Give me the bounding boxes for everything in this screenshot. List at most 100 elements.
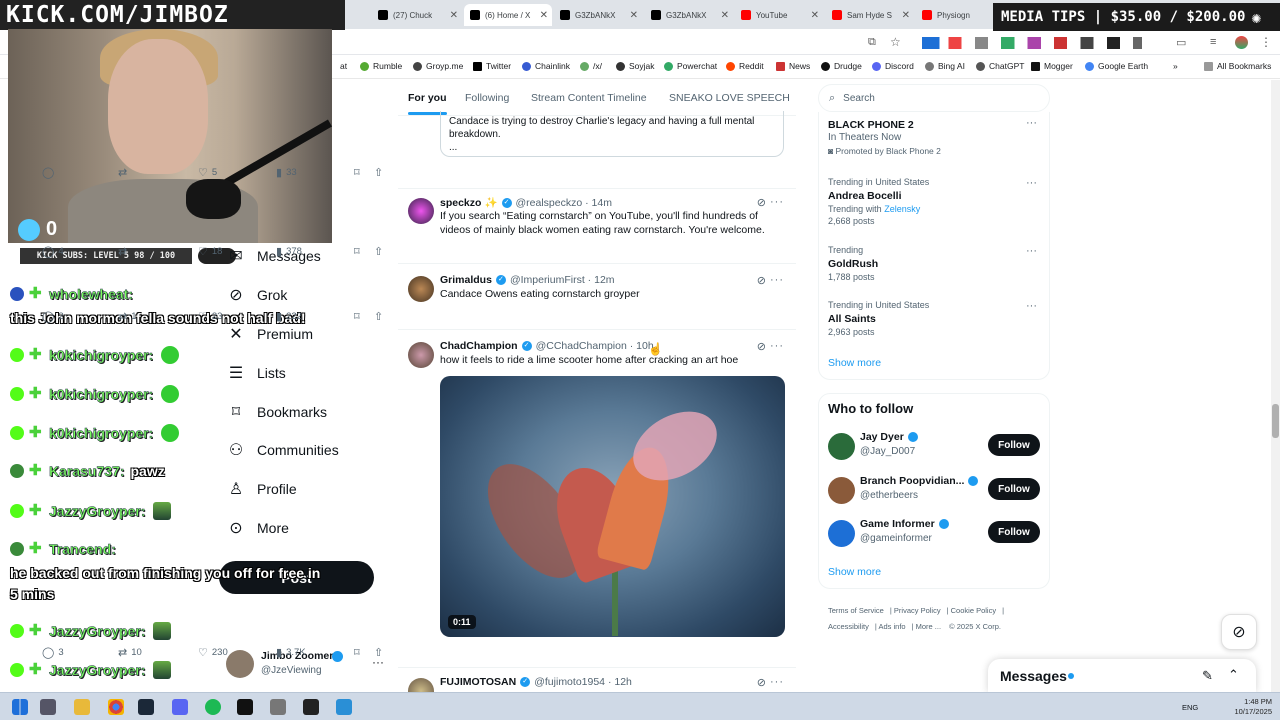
close-icon[interactable]: ✕ xyxy=(630,10,638,21)
install-icon[interactable]: ⧉ xyxy=(868,36,876,49)
compose-message-icon[interactable]: ✎ xyxy=(1202,668,1213,684)
chevron-up-icon[interactable]: ⌃ xyxy=(1228,667,1239,683)
tweet[interactable]: FUJIMOTOSAN ✓ @fujimoto1954 · 12h ⊘ ··· xyxy=(398,672,796,692)
views-button[interactable]: ▮ 378 xyxy=(276,245,302,258)
browser-tab[interactable]: YouTube ✕ xyxy=(735,4,823,26)
tab-for-you[interactable]: For you xyxy=(408,92,447,115)
reply-button[interactable]: ◯ 4 xyxy=(42,245,64,258)
share-button[interactable]: ⇧ xyxy=(374,166,387,179)
share-button[interactable]: ⇧ xyxy=(374,310,387,323)
browser-tab[interactable]: G3ZbANkX ✕ xyxy=(645,4,733,26)
app-icon[interactable] xyxy=(237,699,253,715)
bookmark-item[interactable]: Powerchat xyxy=(664,61,717,71)
nav-lists[interactable]: ☰ Lists xyxy=(226,363,286,383)
grok-icon[interactable]: ⊘ xyxy=(757,676,766,689)
more-icon[interactable]: ··· xyxy=(1026,117,1037,129)
views-button[interactable]: ▮ 33 xyxy=(276,166,297,179)
bookmark-item[interactable]: Rumble xyxy=(360,61,402,71)
follow-suggestion[interactable]: Jay Dyer @Jay_D007 Follow xyxy=(828,430,1040,464)
profile-avatar-icon[interactable] xyxy=(1235,36,1248,49)
bookmark-item[interactable]: Discord xyxy=(872,61,914,71)
views-button[interactable]: ▮ 3.7K xyxy=(276,646,306,659)
reply-button[interactable]: ◯ 2 xyxy=(42,310,64,323)
telegram-icon[interactable] xyxy=(336,699,352,715)
nav-more[interactable]: ⊙ More xyxy=(226,518,289,538)
bookmark-item[interactable]: News xyxy=(776,61,810,71)
footer-link[interactable]: Terms of Service xyxy=(828,606,884,615)
bookmark-item[interactable]: Bing AI xyxy=(925,61,965,71)
trend-item[interactable]: Trending in United States All Saints 2,963… xyxy=(828,299,929,338)
reply-button[interactable]: ◯ 3 xyxy=(42,646,64,659)
file-explorer-icon[interactable] xyxy=(74,699,90,715)
follow-button[interactable]: Follow xyxy=(988,478,1040,500)
trend-item[interactable]: BLACK PHONE 2 In Theaters Now ◙ Promoted b… xyxy=(828,118,941,157)
footer-link[interactable]: Accessibility xyxy=(828,622,869,631)
share-button[interactable]: ⇧ xyxy=(374,245,387,258)
reply-button[interactable]: ◯ xyxy=(42,166,58,179)
messages-drawer[interactable]: Messages ✎ ⌃ xyxy=(988,659,1256,692)
quoted-tweet[interactable]: Candace is trying to destroy Charlie's l… xyxy=(440,111,784,157)
bookmarks-overflow[interactable]: » xyxy=(1173,61,1178,71)
obs-icon[interactable] xyxy=(303,699,319,715)
footer-link[interactable]: Ads info xyxy=(878,622,905,631)
follow-button[interactable]: Follow xyxy=(988,434,1040,456)
bookmark-item[interactable]: Google Earth xyxy=(1085,61,1148,71)
tab-following[interactable]: Following xyxy=(465,92,509,104)
browser-tab[interactable]: Physiogn xyxy=(916,4,994,26)
close-icon[interactable]: ✕ xyxy=(540,10,548,21)
tweet[interactable]: speckzo ✨ ✓ @realspeckzo · 14m ⊘ ··· If you … xyxy=(398,192,796,264)
steam-icon[interactable] xyxy=(138,699,154,715)
trend-item[interactable]: Trending in United States Andrea Bocelli T… xyxy=(828,176,929,228)
more-icon[interactable]: ··· xyxy=(1026,177,1037,189)
bookmark-item[interactable]: Mogger xyxy=(1031,61,1073,71)
like-button[interactable]: ♡ 230 xyxy=(198,646,228,659)
windows-start-icon[interactable] xyxy=(12,699,28,715)
nav-communities[interactable]: ⚇ Communities xyxy=(226,440,339,460)
browser-tab[interactable]: Sam Hyde S ✕ xyxy=(826,4,914,26)
spotify-icon[interactable] xyxy=(205,699,221,715)
bookmark-item[interactable]: ChatGPT xyxy=(976,61,1024,71)
tab-sneako[interactable]: SNEAKO LOVE SPEECH xyxy=(669,92,790,104)
extensions-icons[interactable] xyxy=(922,37,1142,49)
language-indicator[interactable]: ENG xyxy=(1182,703,1198,712)
bookmark-button[interactable]: ⌑ xyxy=(354,310,364,323)
footer-link[interactable]: More ... xyxy=(916,622,941,631)
repost-button[interactable]: ⇄ xyxy=(118,245,131,258)
repost-button[interactable]: ⇄ xyxy=(118,166,131,179)
like-button[interactable]: ♡ 23 xyxy=(198,310,222,323)
star-icon[interactable]: ☆ xyxy=(890,35,901,49)
show-more-trends[interactable]: Show more xyxy=(828,357,881,369)
all-bookmarks[interactable]: All Bookmarks xyxy=(1204,61,1271,71)
bookmark-button[interactable]: ⌑ xyxy=(354,166,364,179)
repost-button[interactable]: ⇄ 1 xyxy=(118,310,137,323)
grok-icon[interactable]: ⊘ xyxy=(757,196,766,209)
more-icon[interactable]: ··· xyxy=(1026,300,1037,312)
bookmark-item[interactable]: Drudge xyxy=(821,61,862,71)
scrollbar-thumb[interactable] xyxy=(1272,404,1279,438)
trend-item[interactable]: Trending GoldRush 1,788 posts xyxy=(828,244,878,283)
menu-icon[interactable]: ≡ xyxy=(1210,36,1216,48)
nav-grok[interactable]: ⊘ Grok xyxy=(226,285,287,305)
follow-suggestion[interactable]: Branch Poopvidian... @etherbeers Follow xyxy=(828,474,1040,508)
close-icon[interactable]: ✕ xyxy=(811,10,819,21)
bookmark-item[interactable]: at xyxy=(340,61,347,71)
follow-button[interactable]: Follow xyxy=(988,521,1040,543)
like-button[interactable]: ♡ 18 xyxy=(198,245,222,258)
discord-icon[interactable] xyxy=(172,699,188,715)
page-scrollbar[interactable] xyxy=(1271,80,1280,692)
chrome-icon[interactable] xyxy=(108,699,124,715)
tab-stream-content[interactable]: Stream Content Timeline xyxy=(531,92,647,104)
close-icon[interactable]: ✕ xyxy=(450,10,458,21)
footer-link[interactable]: Privacy Policy xyxy=(894,606,941,615)
bookmark-item[interactable]: Groyp.me xyxy=(413,61,463,71)
browser-tab[interactable]: (27) Chuck ✕ xyxy=(372,4,462,26)
close-icon[interactable]: ✕ xyxy=(721,10,729,21)
more-icon[interactable]: ··· xyxy=(770,274,784,286)
grok-icon[interactable]: ⊘ xyxy=(757,340,766,353)
bookmark-item[interactable]: Twitter xyxy=(473,61,511,71)
clock[interactable]: 1:48 PM 10/17/2025 xyxy=(1234,697,1272,717)
like-button[interactable]: ♡ 5 xyxy=(198,166,217,179)
bookmark-item[interactable]: Chainlink xyxy=(522,61,570,71)
tweet[interactable]: Grimaldus ✓ @ImperiumFirst · 12m ⊘ ··· Cand… xyxy=(398,270,796,330)
more-icon[interactable]: ··· xyxy=(1026,245,1037,257)
